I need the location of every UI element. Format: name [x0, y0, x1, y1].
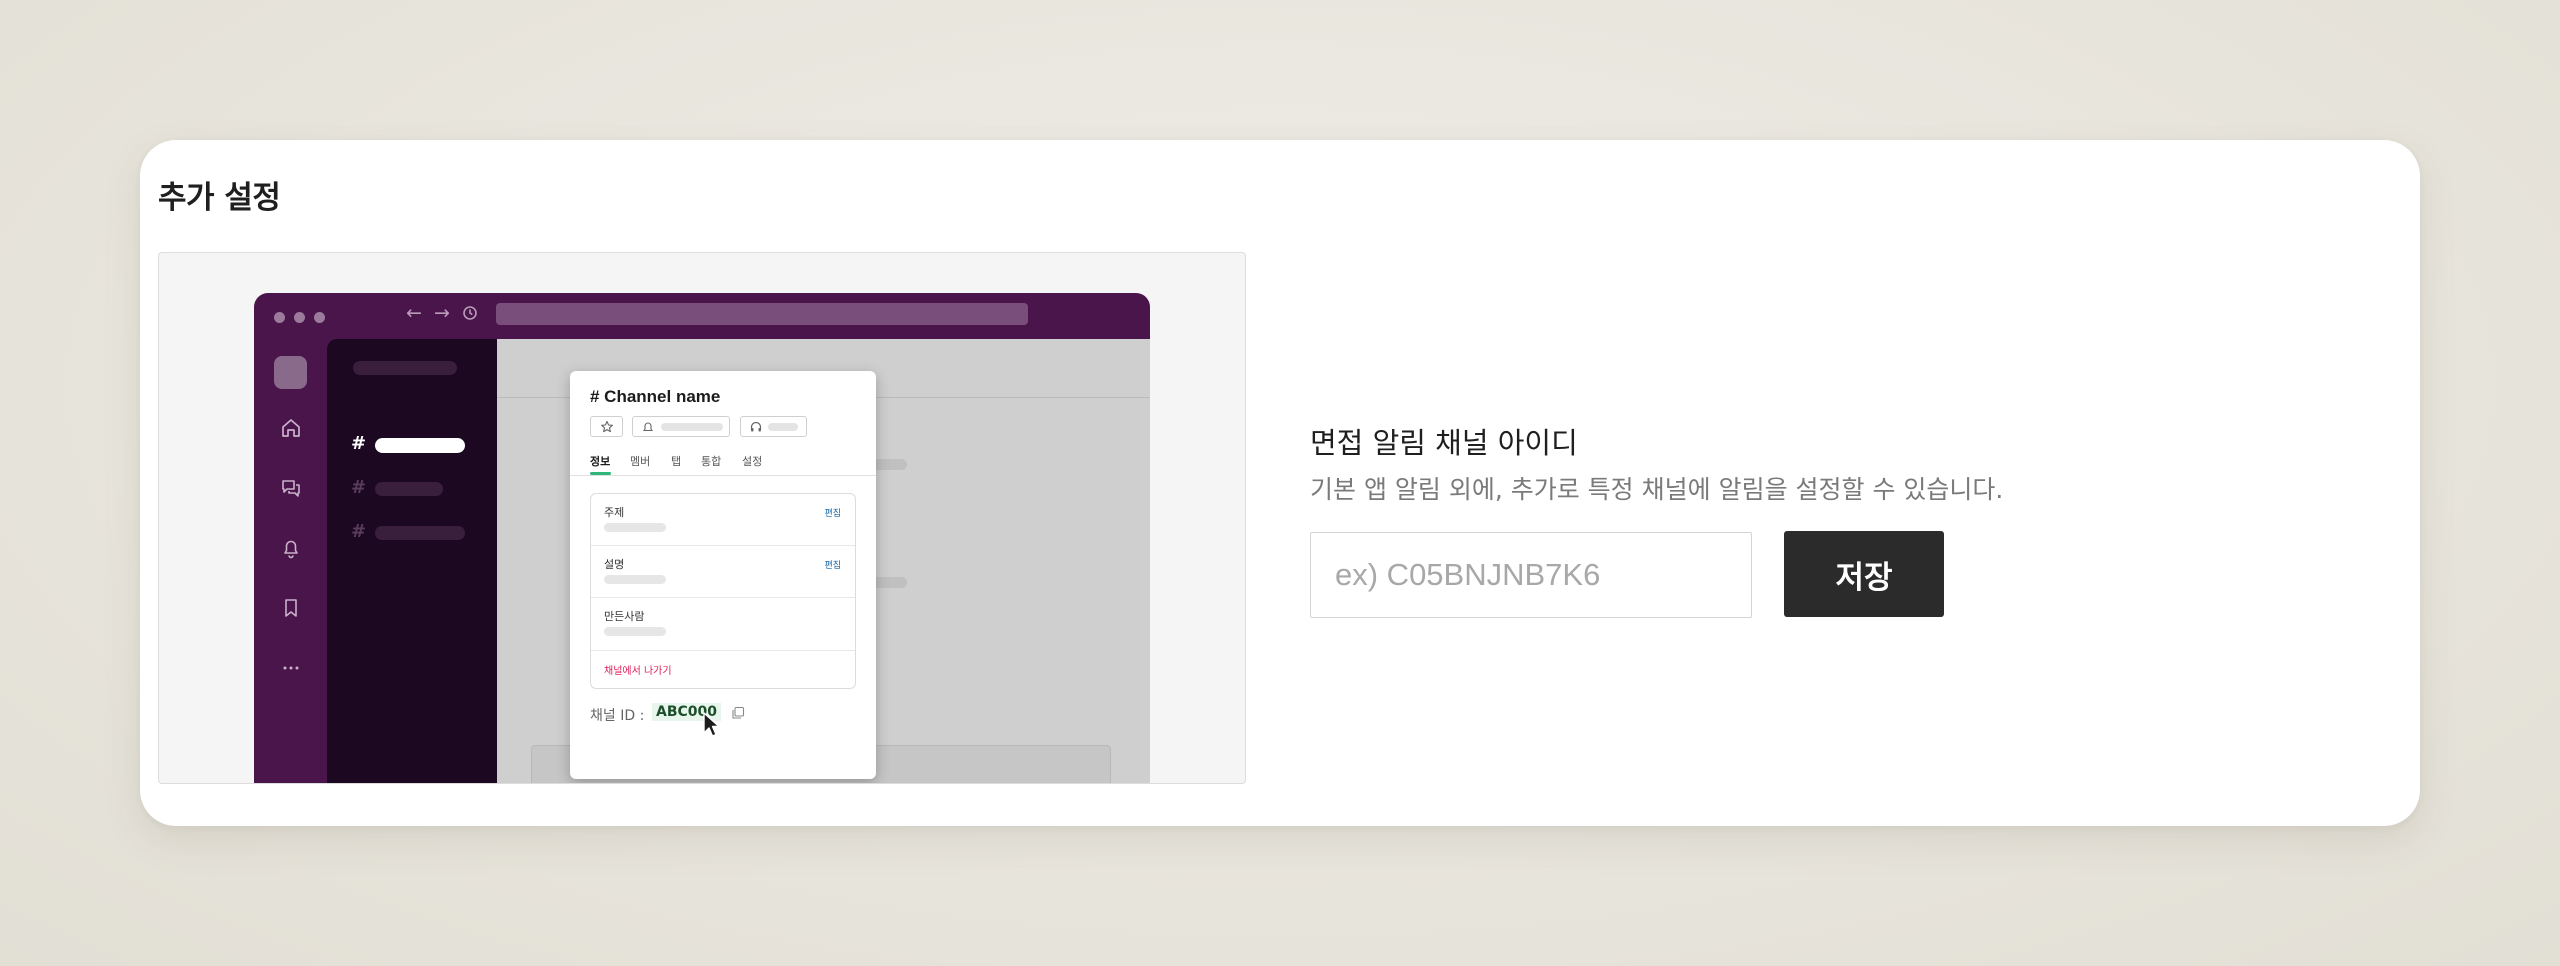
- tab-integrations: 통합: [701, 455, 722, 468]
- star-button: [590, 416, 623, 437]
- channel-details-dialog: # Channel name 정보 멤버 탭 통합 설정 주제 편집 설명 편집…: [570, 371, 876, 779]
- tab-tabs: 탭: [671, 455, 682, 468]
- save-button[interactable]: 저장: [1784, 531, 1944, 617]
- notification-button: [632, 416, 730, 437]
- huddle-button: [740, 416, 807, 437]
- description-label: 설명: [604, 558, 625, 571]
- form-title: 면접 알림 채널 아이디: [1310, 426, 1578, 460]
- additional-settings-card: 추가 설정 ← → # # # # Channel name 정보 멤버 탭 통…: [140, 140, 2420, 826]
- topic-label: 주제: [604, 506, 625, 519]
- workspace-rail: [254, 339, 327, 783]
- workspace-name-placeholder: [353, 361, 457, 375]
- history-icon: [463, 306, 477, 320]
- channel-info-box: 주제 편집 설명 편집 만든사람 채널에서 나가기: [590, 493, 856, 689]
- leave-channel-link: 채널에서 나가기: [604, 666, 672, 677]
- bookmark-icon: [285, 599, 297, 617]
- star-icon: [601, 420, 613, 433]
- channel-id-label: 채널 ID :: [590, 708, 645, 724]
- window-titlebar: ← →: [254, 293, 1150, 339]
- edit-link: 편집: [824, 509, 841, 519]
- home-icon: [282, 419, 300, 437]
- section-title: 추가 설정: [158, 180, 281, 216]
- active-channel-placeholder: [375, 438, 465, 453]
- channel-name: # Channel name: [590, 387, 721, 406]
- window-dot: [274, 312, 285, 323]
- info-row-description: 설명 편집: [591, 546, 855, 598]
- bell-icon: [284, 540, 298, 559]
- info-row-creator: 만든사람: [591, 598, 855, 651]
- channel-hash: #: [351, 433, 367, 454]
- arrow-left-icon: ←: [406, 302, 422, 324]
- more-icon: [283, 666, 299, 670]
- tab-settings: 설정: [742, 455, 763, 468]
- messages-icon: [282, 480, 300, 497]
- tab-divider: [570, 475, 876, 476]
- channel-sidebar: # # #: [327, 339, 497, 783]
- channel-hash: #: [351, 477, 367, 498]
- value-placeholder: [604, 627, 666, 636]
- info-row-topic: 주제 편집: [591, 494, 855, 546]
- value-placeholder: [604, 575, 666, 584]
- tab-members: 멤버: [630, 455, 651, 468]
- label-placeholder: [768, 423, 798, 431]
- arrow-right-icon: →: [434, 302, 450, 324]
- search-bar-placeholder: [496, 303, 1028, 325]
- workspace-avatar: [274, 356, 307, 389]
- bell-icon: [642, 422, 654, 432]
- channel-id-guide-image: ← → # # # # Channel name 정보 멤버 탭 통합 설정 주…: [158, 252, 1246, 784]
- window-dot: [294, 312, 305, 323]
- copy-icon: [732, 706, 745, 719]
- headphones-icon: [750, 421, 762, 432]
- channel-placeholder: [375, 482, 443, 496]
- label-placeholder: [661, 423, 723, 431]
- window-dot: [314, 312, 325, 323]
- channel-id-input[interactable]: [1310, 532, 1752, 618]
- channel-hash: #: [351, 521, 367, 542]
- tab-info: 정보: [590, 455, 611, 468]
- channel-placeholder: [375, 526, 465, 540]
- creator-label: 만든사람: [604, 610, 645, 623]
- form-description: 기본 앱 알림 외에, 추가로 특정 채널에 알림을 설정할 수 있습니다.: [1310, 475, 2004, 504]
- value-placeholder: [604, 523, 666, 532]
- slack-window-illustration: ← → # # # # Channel name 정보 멤버 탭 통합 설정 주…: [254, 293, 1150, 783]
- mouse-cursor-icon: [703, 712, 720, 737]
- edit-link: 편집: [824, 561, 841, 571]
